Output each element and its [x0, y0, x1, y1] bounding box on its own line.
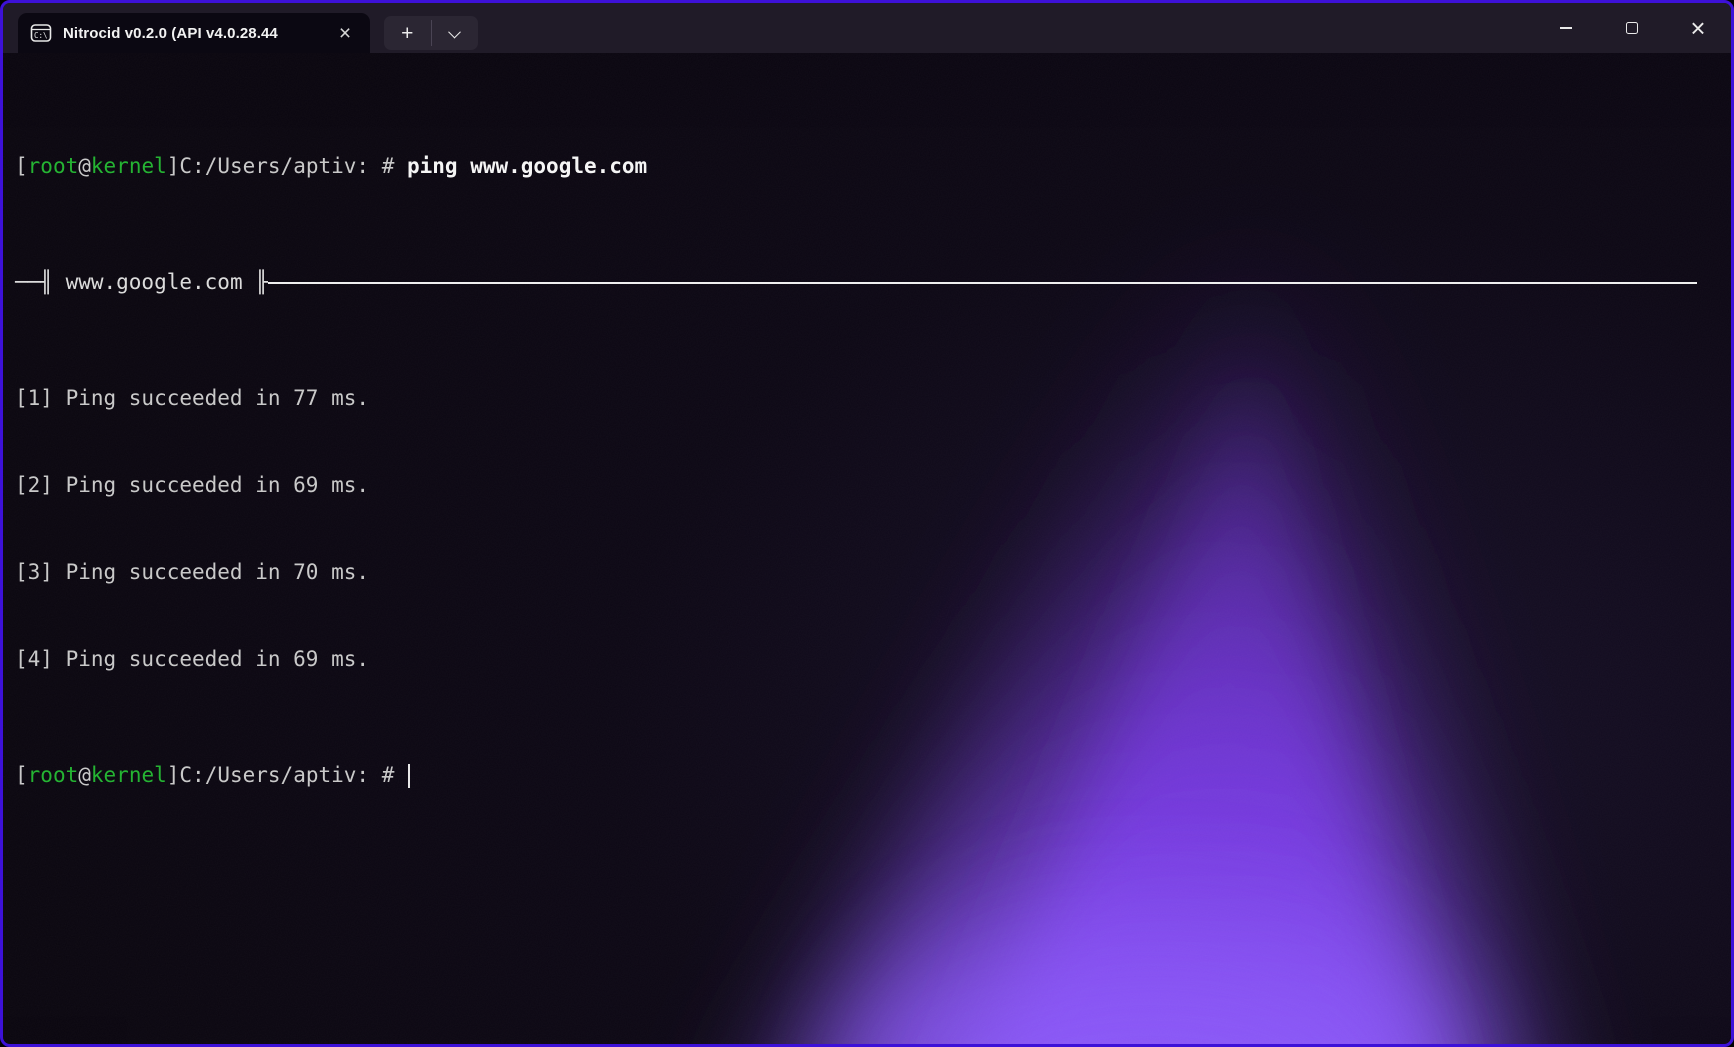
separator-trail: ╟: [242, 270, 268, 294]
prompt-bracket-close: ]: [166, 154, 180, 178]
minimize-button[interactable]: [1533, 3, 1599, 53]
prompt-line-active: [root @ kernel] C:/Users/aptiv: #: [15, 761, 1731, 790]
svg-text:C:\: C:\: [34, 31, 48, 40]
separator-rule: [267, 281, 1697, 284]
text-cursor: [407, 763, 410, 788]
minimize-icon: [1560, 27, 1572, 29]
prompt-bracket: [: [15, 763, 28, 787]
window-controls: ×: [1533, 3, 1731, 53]
prompt-host: kernel: [90, 763, 167, 787]
ping-result-3: [3] Ping succeeded in 70 ms.: [15, 560, 370, 584]
new-tab-group: +: [384, 16, 478, 50]
command-prompt-icon: C:\: [30, 23, 52, 43]
terminal-viewport[interactable]: [root @ kernel] C:/Users/aptiv: # ping www.…: [3, 53, 1731, 1044]
prompt-at: @: [78, 154, 91, 178]
ping-result-2: [2] Ping succeeded in 69 ms.: [15, 473, 370, 497]
maximize-button[interactable]: [1599, 3, 1665, 53]
titlebar-drag-area[interactable]: [478, 3, 1533, 53]
terminal-output: [root @ kernel] C:/Users/aptiv: # ping www.…: [3, 53, 1731, 1044]
terminal-window: C:\ Nitrocid v0.2.0 (API v4.0.28.44 × +: [0, 0, 1734, 1047]
command-text: ping www.google.com: [406, 154, 648, 178]
prompt-host: kernel: [90, 154, 167, 178]
prompt-at: @: [78, 763, 91, 787]
ping-result-1: [1] Ping succeeded in 77 ms.: [15, 386, 370, 410]
app-window: C:\ Nitrocid v0.2.0 (API v4.0.28.44 × +: [0, 0, 1734, 1047]
close-button[interactable]: ×: [1665, 3, 1731, 53]
prompt-path: C:/Users/aptiv: #: [179, 154, 407, 178]
tab-title: Nitrocid v0.2.0 (API v4.0.28.44: [63, 24, 278, 42]
new-tab-button[interactable]: +: [384, 16, 431, 50]
prompt-line-command: [root @ kernel] C:/Users/aptiv: # ping www.…: [15, 152, 1731, 181]
separator-lead: ──╢: [15, 270, 66, 294]
prompt-path: C:/Users/aptiv: #: [179, 763, 407, 787]
prompt-user: root: [27, 763, 79, 787]
tab-close-icon[interactable]: ×: [332, 20, 358, 46]
separator-line: ──╢ www.google.com ╟: [15, 268, 1731, 297]
close-icon: ×: [1690, 13, 1706, 43]
tab-nitrocid[interactable]: C:\ Nitrocid v0.2.0 (API v4.0.28.44 ×: [18, 13, 370, 53]
prompt-bracket: [: [15, 154, 28, 178]
chevron-down-icon: [448, 25, 462, 38]
maximize-icon: [1626, 22, 1638, 34]
prompt-bracket-close: ]: [166, 763, 180, 787]
ping-result-4: [4] Ping succeeded in 69 ms.: [15, 647, 370, 671]
prompt-user: root: [27, 154, 79, 178]
tab-dropdown-button[interactable]: [431, 16, 478, 50]
titlebar[interactable]: C:\ Nitrocid v0.2.0 (API v4.0.28.44 × +: [3, 3, 1731, 53]
separator-label: www.google.com: [65, 270, 243, 294]
